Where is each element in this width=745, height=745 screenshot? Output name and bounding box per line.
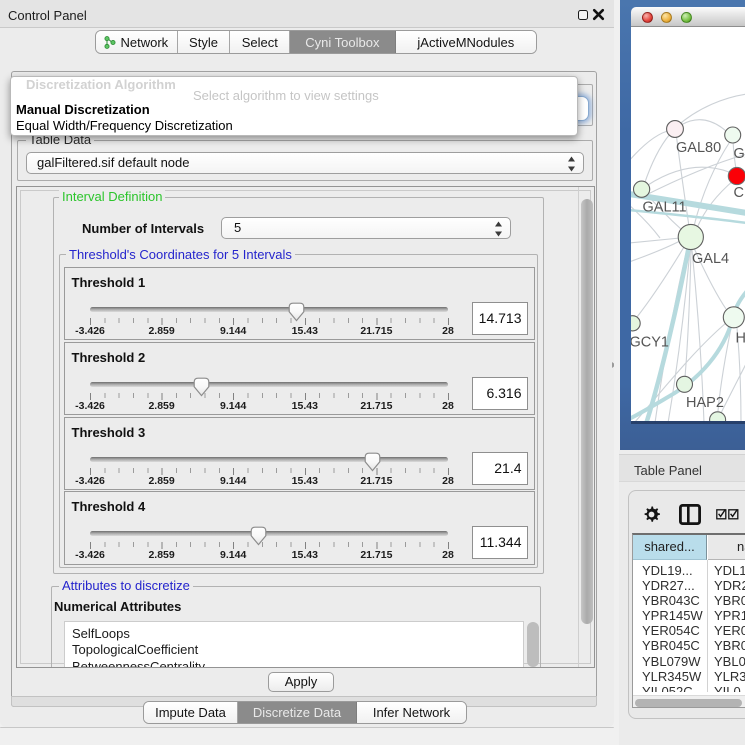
svg-text:GAL11: GAL11: [643, 200, 687, 216]
svg-text:HAP2: HAP2: [686, 395, 724, 411]
svg-text:CDC25: CDC25: [734, 185, 745, 201]
svg-text:GCY1: GCY1: [631, 335, 669, 351]
svg-text:GAL2: GAL2: [734, 146, 745, 162]
svg-text:HIS4: HIS4: [736, 331, 745, 347]
svg-text:GAL80: GAL80: [676, 140, 721, 156]
svg-text:GAL4: GAL4: [692, 251, 729, 267]
